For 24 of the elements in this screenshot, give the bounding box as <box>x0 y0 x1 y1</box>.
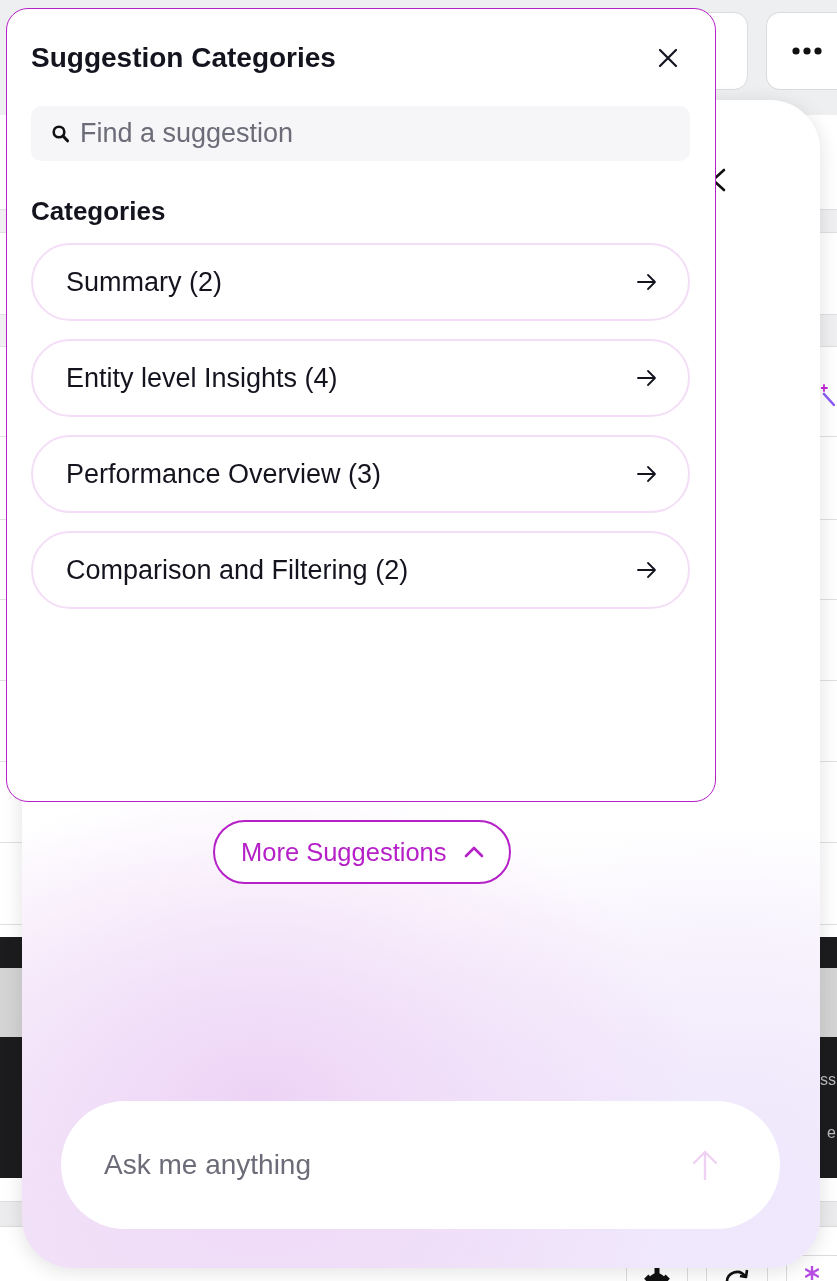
magic-wand-icon <box>821 383 835 406</box>
arrow-right-icon <box>637 273 657 291</box>
more-icon <box>792 47 822 55</box>
popup-title: Suggestion Categories <box>31 41 336 75</box>
asterisk-button[interactable] <box>786 1255 837 1281</box>
category-item[interactable]: Entity level Insights (4) <box>31 339 690 417</box>
search-icon <box>52 125 69 143</box>
ask-field[interactable]: Ask me anything <box>61 1101 780 1229</box>
category-item[interactable]: Comparison and Filtering (2) <box>31 531 690 609</box>
more-suggestions-button[interactable]: More Suggestions <box>213 820 511 884</box>
search-field[interactable]: Find a suggestion <box>31 106 690 161</box>
close-icon[interactable] <box>658 48 678 68</box>
section-heading: Categories <box>31 195 167 227</box>
arrow-right-icon <box>637 561 657 579</box>
refresh-icon[interactable] <box>723 1268 751 1281</box>
more-button[interactable] <box>766 12 837 90</box>
gear-icon[interactable] <box>643 1268 671 1281</box>
card-text: e <box>827 1123 837 1143</box>
asterisk-icon <box>805 1266 819 1280</box>
arrow-right-icon <box>637 465 657 483</box>
card-text: ss <box>820 1070 837 1090</box>
category-item[interactable]: Performance Overview (3) <box>31 435 690 513</box>
category-item[interactable]: Summary (2) <box>31 243 690 321</box>
arrow-right-icon <box>637 369 657 387</box>
